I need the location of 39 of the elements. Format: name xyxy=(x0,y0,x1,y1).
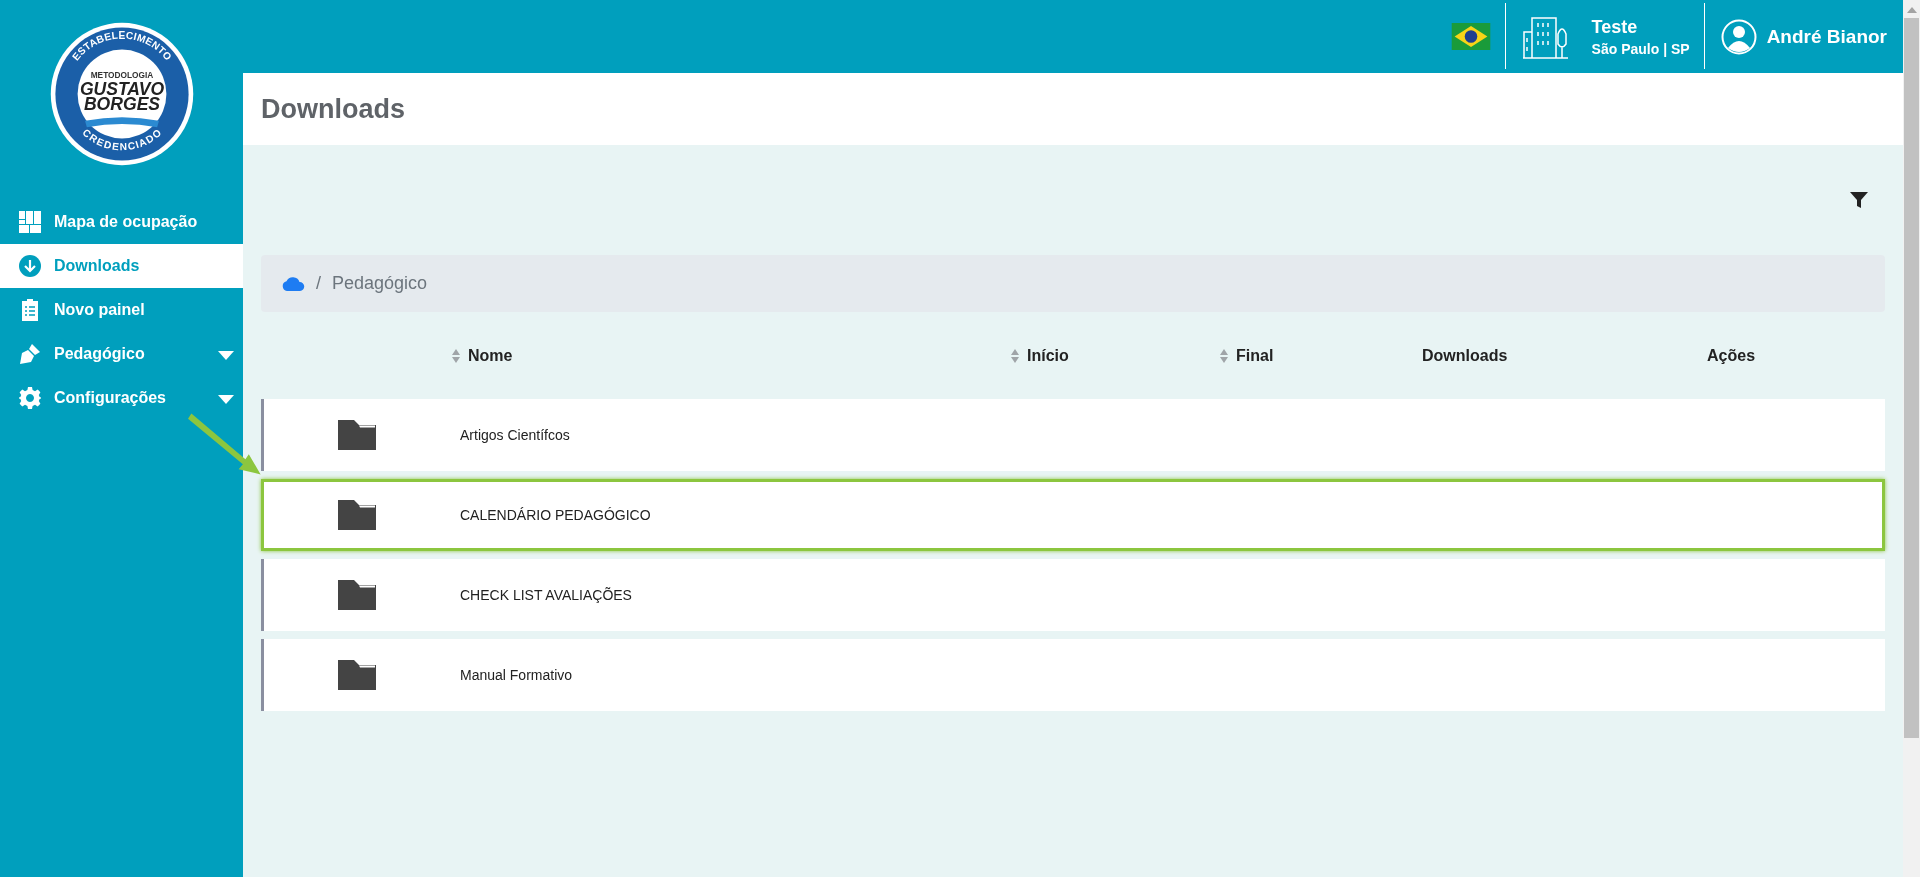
scroll-up-icon[interactable] xyxy=(1906,7,1917,13)
settings-icon xyxy=(18,386,42,410)
scrollbar-thumb[interactable] xyxy=(1904,18,1919,738)
unit-location: São Paulo | SP xyxy=(1591,40,1690,57)
logo-tagline: METODOLOGIA xyxy=(90,70,153,81)
column-header[interactable]: Nome xyxy=(452,346,513,365)
pen-icon xyxy=(18,342,42,366)
caret-icon xyxy=(218,351,234,361)
breadcrumb-link[interactable]: Pedagógico xyxy=(332,273,428,294)
sort-icon[interactable] xyxy=(1011,348,1019,363)
table-row[interactable]: CHECK LIST AVALIAÇÕES xyxy=(261,559,1885,631)
caret-icon xyxy=(218,395,234,405)
filter-icon[interactable] xyxy=(1849,190,1869,210)
table-row[interactable]: Artigos Científcos xyxy=(261,399,1885,471)
cloud-icon[interactable] xyxy=(281,275,305,292)
sort-icon[interactable] xyxy=(1220,348,1228,363)
file-name: CALENDÁRIO PEDAGÓGICO xyxy=(459,507,651,523)
unit-name: Teste xyxy=(1591,16,1639,38)
table-row[interactable]: Manual Formativo xyxy=(261,639,1885,711)
file-name: Manual Formativo xyxy=(459,667,573,683)
grid-icon xyxy=(18,210,42,234)
file-name: Artigos Científcos xyxy=(459,427,570,443)
column-header[interactable]: Ações xyxy=(1707,346,1756,365)
breadcrumb-separator: / xyxy=(316,273,321,294)
avatar-icon[interactable] xyxy=(1720,18,1757,55)
column-header[interactable]: Início xyxy=(1011,346,1069,365)
table-row[interactable]: CALENDÁRIO PEDAGÓGICO xyxy=(261,479,1885,551)
column-header[interactable]: Downloads xyxy=(1422,346,1508,365)
scrollbar[interactable] xyxy=(1903,0,1920,877)
flag-icon[interactable] xyxy=(1450,23,1491,50)
download-icon xyxy=(18,254,42,278)
folder-icon xyxy=(338,500,376,530)
sort-icon[interactable] xyxy=(452,348,460,363)
page-title: Downloads xyxy=(261,93,405,125)
folder-icon xyxy=(338,420,376,450)
column-header[interactable]: Final xyxy=(1220,346,1274,365)
folder-icon xyxy=(338,580,376,610)
file-name: CHECK LIST AVALIAÇÕES xyxy=(459,587,632,603)
folder-icon xyxy=(338,660,376,690)
